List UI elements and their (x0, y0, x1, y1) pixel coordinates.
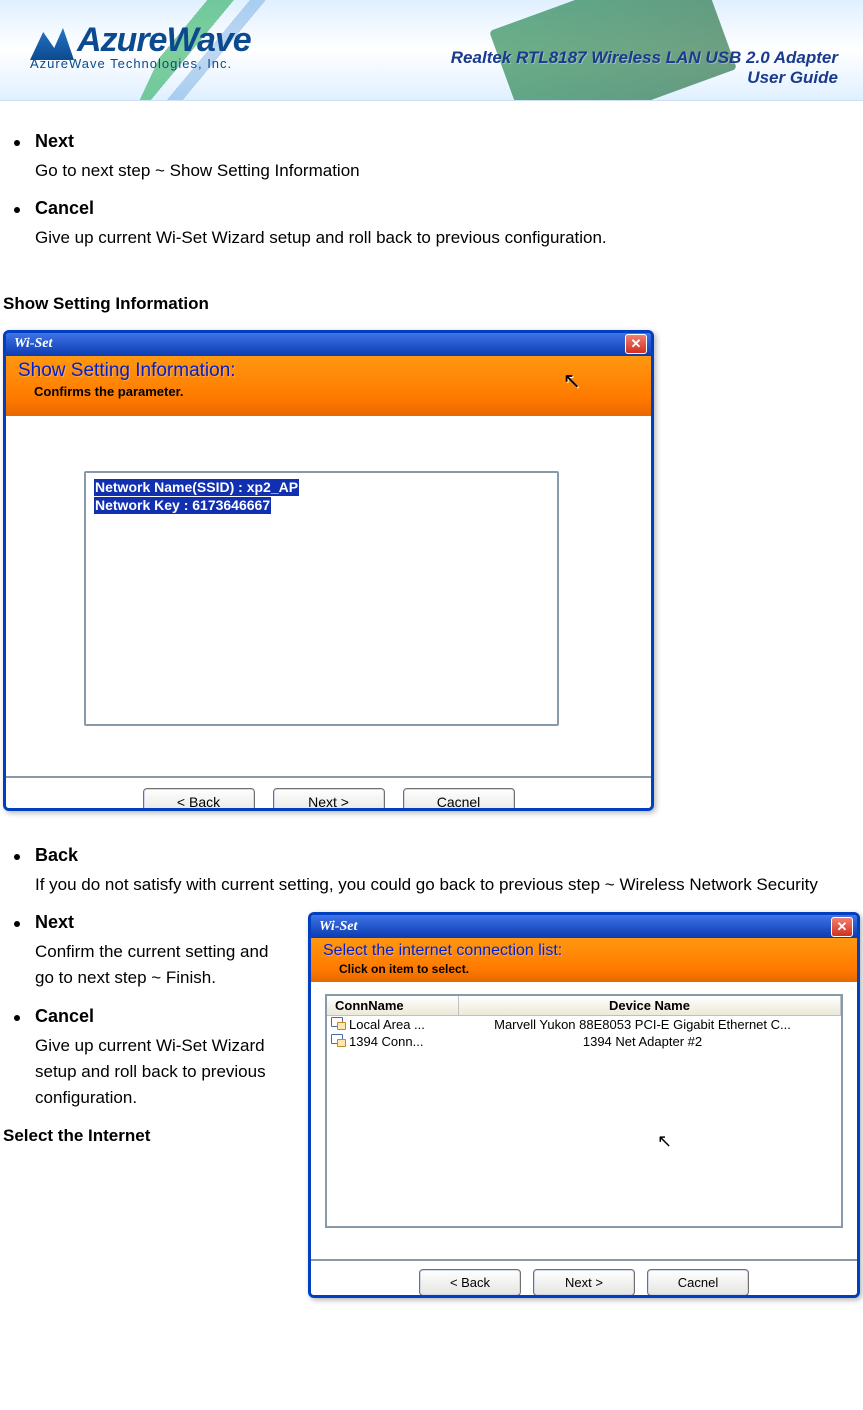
term-back: Back (35, 845, 833, 866)
desc-back: If you do not satisfy with current setti… (35, 872, 833, 898)
settings-panel: Network Name(SSID) : xp2_AP Network Key … (84, 471, 559, 726)
wizard-header-subtitle: Click on item to select. (339, 962, 845, 976)
desc-cancel2: Give up current Wi-Set Wizard setup and … (35, 1033, 292, 1112)
list-item: Next Confirm the current setting and go … (0, 912, 292, 992)
cursor-icon: ↖ (657, 1131, 672, 1152)
term-cancel: Cancel (35, 198, 833, 219)
column-devicename: Device Name (459, 996, 841, 1015)
wizard-header-subtitle: Confirms the parameter. (34, 384, 639, 399)
next-button[interactable]: Next > (533, 1269, 635, 1296)
close-icon: ✕ (631, 336, 642, 352)
setting-key-line: Network Key : 6173646667 (94, 497, 271, 515)
wizard-body: Network Name(SSID) : xp2_AP Network Key … (6, 416, 651, 776)
window-titlebar: Wi-Set ✕ (311, 915, 857, 938)
header-title-line2: User Guide (451, 68, 838, 88)
desc-next: Go to next step ~ Show Setting Informati… (35, 158, 833, 184)
window-title: Wi-Set (14, 336, 52, 352)
section-heading-select-internet: Select the Internet (0, 1126, 296, 1146)
list-item: Cancel Give up current Wi-Set Wizard set… (0, 1006, 292, 1112)
term-next: Next (35, 131, 833, 152)
wizard-footer: < Back Next > Cacnel (311, 1259, 857, 1298)
connection-list[interactable]: ConnName Device Name Local Area ... Marv… (325, 994, 843, 1228)
wizard-body: ConnName Device Name Local Area ... Marv… (311, 982, 857, 1259)
cell-devicename: 1394 Net Adapter #2 (444, 1034, 841, 1049)
mid-definition-list: Back If you do not satisfy with current … (0, 845, 863, 898)
list-header: ConnName Device Name (327, 996, 841, 1016)
setting-ssid-line: Network Name(SSID) : xp2_AP (94, 479, 299, 497)
network-icon (330, 1033, 346, 1047)
list-item: Next Go to next step ~ Show Setting Info… (0, 131, 833, 184)
desc-cancel: Give up current Wi-Set Wizard setup and … (35, 225, 833, 251)
logo: AzureWave AzureWave Technologies, Inc. (30, 20, 251, 71)
back-button[interactable]: < Back (419, 1269, 521, 1296)
network-icon (330, 1016, 346, 1030)
column-connname: ConnName (327, 996, 459, 1015)
list-item: Back If you do not satisfy with current … (0, 845, 833, 898)
cell-devicename: Marvell Yukon 88E8053 PCI-E Gigabit Ethe… (444, 1017, 841, 1032)
logo-mark-icon (30, 20, 74, 60)
cell-connname: Local Area ... (349, 1017, 444, 1032)
wiset-window-select-connection: Wi-Set ✕ Select the internet connection … (308, 912, 860, 1298)
close-button[interactable]: ✕ (625, 334, 647, 354)
wizard-header: Select the internet connection list: Cli… (311, 938, 857, 982)
wizard-header-title: Select the internet connection list: (323, 942, 845, 960)
next-button[interactable]: Next > (273, 788, 385, 811)
document-header: AzureWave AzureWave Technologies, Inc. R… (0, 0, 863, 101)
mid-definition-list-continued: Next Confirm the current setting and go … (0, 912, 296, 1112)
list-item: Cancel Give up current Wi-Set Wizard set… (0, 198, 833, 251)
window-titlebar: Wi-Set ✕ (6, 333, 651, 356)
top-definition-list: Next Go to next step ~ Show Setting Info… (0, 131, 863, 252)
cancel-button[interactable]: Cacnel (403, 788, 515, 811)
close-button[interactable]: ✕ (831, 917, 853, 937)
term-next2: Next (35, 912, 292, 933)
back-button[interactable]: < Back (143, 788, 255, 811)
header-title: Realtek RTL8187 Wireless LAN USB 2.0 Ada… (451, 48, 838, 88)
cancel-button[interactable]: Cacnel (647, 1269, 749, 1296)
desc-next2: Confirm the current setting and go to ne… (35, 939, 292, 992)
window-title: Wi-Set (319, 919, 357, 935)
wizard-header-title: Show Setting Information: (18, 360, 639, 382)
wizard-header: Show Setting Information: Confirms the p… (6, 356, 651, 416)
header-title-line1: Realtek RTL8187 Wireless LAN USB 2.0 Ada… (451, 48, 838, 68)
list-row[interactable]: Local Area ... Marvell Yukon 88E8053 PCI… (327, 1016, 841, 1033)
cell-connname: 1394 Conn... (349, 1034, 444, 1049)
list-row[interactable]: 1394 Conn... 1394 Net Adapter #2 (327, 1033, 841, 1050)
close-icon: ✕ (837, 919, 848, 935)
wiset-window-show-setting: Wi-Set ✕ Show Setting Information: Confi… (3, 330, 654, 811)
logo-text: AzureWave (77, 21, 251, 60)
term-cancel2: Cancel (35, 1006, 292, 1027)
section-heading-show-setting: Show Setting Information (0, 294, 863, 314)
wizard-footer: < Back Next > Cacnel (6, 776, 651, 811)
